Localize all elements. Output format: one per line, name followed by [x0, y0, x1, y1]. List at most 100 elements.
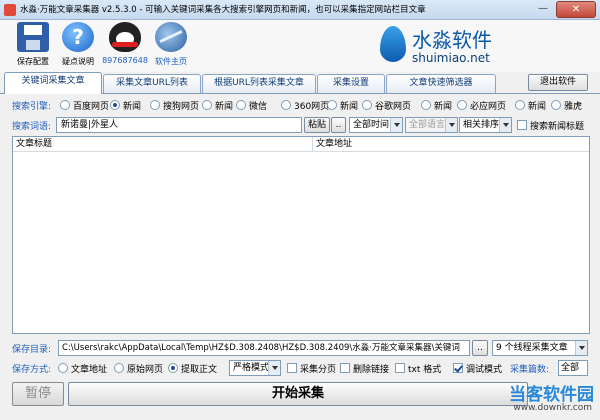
- save-config-label: 保存配置: [17, 57, 49, 66]
- tab-bar: 关键词采集文章 采集文章URL列表 根据URL列表采集文章 采集设置 文章快速筛…: [0, 72, 600, 94]
- radio-sogou-news[interactable]: 新闻: [202, 99, 233, 112]
- tab-url-list[interactable]: 采集文章URL列表: [103, 74, 201, 93]
- thread-count-value: 9 个线程采集文章: [496, 343, 568, 353]
- radio-extract-body[interactable]: 提取正文: [168, 362, 217, 375]
- radio-dot: [58, 363, 68, 373]
- sort-value: 相关排序: [463, 120, 500, 130]
- window-title: 水淼·万能文章采集器 v2.5.3.0 - 可输入关键词采集各大搜索引擎网页和新…: [20, 5, 426, 15]
- chevron-down-icon: [575, 341, 587, 355]
- save-config-button[interactable]: 保存配置: [8, 22, 58, 67]
- radio-label: 必应网页: [470, 102, 507, 112]
- floppy-disk-icon: [17, 22, 49, 52]
- language-select[interactable]: 全部语言: [405, 117, 458, 133]
- radio-dot: [168, 363, 178, 373]
- homepage-label: 软件主页: [155, 57, 187, 66]
- keyword-row: 搜索词语: 新诺曼|外星人 粘贴 .. 全部时间 全部语言 相关排序 搜索新闻标…: [0, 117, 600, 134]
- radio-baidu-news[interactable]: 新闻: [110, 99, 141, 112]
- radio-360-web[interactable]: 360网页: [281, 99, 329, 112]
- exit-button[interactable]: 退出软件: [528, 74, 588, 91]
- checkbox-box: [340, 363, 350, 373]
- search-news-title-checkbox[interactable]: 搜索新闻标题: [517, 119, 584, 132]
- radio-label: 新闻: [434, 102, 453, 112]
- radio-360-news[interactable]: 新闻: [327, 99, 358, 112]
- radio-label: 360网页: [294, 102, 330, 112]
- collect-pages-checkbox[interactable]: 采集分页: [287, 362, 336, 375]
- watermark-name: 当客软件园: [509, 385, 594, 405]
- table-header: 文章标题 文章地址: [13, 137, 589, 152]
- radio-dot: [327, 100, 337, 110]
- radio-dot: [110, 100, 120, 110]
- checkbox-box: [287, 363, 297, 373]
- radio-label: 提取正文: [181, 365, 218, 375]
- qq-number-label: 897687648: [102, 56, 148, 65]
- tab-collect-by-url[interactable]: 根据URL列表采集文章: [202, 74, 316, 93]
- watermark: 当客软件园 www.downkr.com: [470, 380, 596, 418]
- radio-google-news[interactable]: 新闻: [421, 99, 452, 112]
- radio-label: 雅虎: [564, 102, 583, 112]
- tab-settings[interactable]: 采集设置: [317, 74, 385, 93]
- checkbox-label: txt 格式: [408, 365, 442, 375]
- keywords-more-button[interactable]: ..: [331, 117, 346, 133]
- help-button[interactable]: ? 疑点说明: [53, 22, 103, 67]
- column-header-url[interactable]: 文章地址: [313, 137, 589, 152]
- radio-label: 百度网页: [73, 102, 110, 112]
- pause-button[interactable]: 暂停: [12, 382, 64, 406]
- radio-bing-web[interactable]: 必应网页: [457, 99, 506, 112]
- checkbox-box: [517, 120, 527, 130]
- results-table[interactable]: 文章标题 文章地址: [12, 136, 590, 334]
- browse-directory-button[interactable]: ..: [472, 340, 488, 356]
- keywords-input[interactable]: 新诺曼|外星人: [56, 117, 302, 133]
- save-directory-label: 保存目录:: [12, 345, 52, 355]
- article-count-input[interactable]: 全部: [558, 360, 588, 376]
- save-directory-input[interactable]: C:\Users\rakc\AppData\Local\Temp\HZ$D.30…: [58, 340, 470, 356]
- radio-bing-news[interactable]: 新闻: [515, 99, 546, 112]
- radio-baidu-web[interactable]: 百度网页: [60, 99, 109, 112]
- close-button[interactable]: ✕: [556, 1, 596, 18]
- radio-label: 新闻: [123, 102, 142, 112]
- radio-dot: [202, 100, 212, 110]
- radio-dot: [114, 363, 124, 373]
- qq-penguin-icon: [109, 22, 141, 52]
- save-mode-row: 保存方式: 文章地址 原始网页 提取正文 严格模式 采集分页 删除链接 txt …: [0, 360, 600, 376]
- column-header-title[interactable]: 文章标题: [13, 137, 313, 152]
- save-directory-row: 保存目录: C:\Users\rakc\AppData\Local\Temp\H…: [0, 340, 600, 356]
- chevron-down-icon: [499, 118, 511, 132]
- sort-select[interactable]: 相关排序: [459, 117, 512, 133]
- radio-label: 原始网页: [127, 365, 164, 375]
- radio-label: 搜狗网页: [163, 102, 200, 112]
- radio-raw-page[interactable]: 原始网页: [114, 362, 163, 375]
- language-value: 全部语言: [409, 120, 446, 130]
- paste-button[interactable]: 粘贴: [304, 117, 330, 133]
- help-label: 疑点说明: [62, 57, 94, 66]
- qq-contact-button[interactable]: 897687648: [100, 22, 150, 65]
- radio-label: 谷歌网页: [375, 102, 412, 112]
- radio-dot: [362, 100, 372, 110]
- remove-links-checkbox[interactable]: 删除链接: [340, 362, 389, 375]
- search-engine-label: 搜索引擎:: [12, 102, 52, 112]
- radio-dot: [60, 100, 70, 110]
- homepage-button[interactable]: 软件主页: [146, 22, 196, 67]
- thread-count-select[interactable]: 9 个线程采集文章: [492, 340, 588, 356]
- radio-sogou-web[interactable]: 搜狗网页: [150, 99, 199, 112]
- time-range-select[interactable]: 全部时间: [349, 117, 403, 133]
- radio-yahoo[interactable]: 雅虎: [551, 99, 582, 112]
- debug-mode-checkbox[interactable]: 调试模式: [453, 362, 502, 375]
- minimize-button[interactable]: —: [532, 1, 554, 18]
- radio-dot: [236, 100, 246, 110]
- watermark-url: www.downkr.com: [513, 403, 592, 413]
- search-engine-row: 搜索引擎: 百度网页 新闻 搜狗网页 新闻 微信 360网页 新闻 谷歌网页 新…: [0, 96, 600, 114]
- app-icon: [4, 4, 16, 16]
- tab-quick-filter[interactable]: 文章快速筛选器: [386, 74, 496, 93]
- checkbox-label: 采集分页: [300, 365, 337, 375]
- radio-label: 微信: [249, 102, 268, 112]
- extract-mode-select[interactable]: 严格模式: [229, 360, 281, 376]
- checkbox-label: 调试模式: [466, 365, 503, 375]
- tab-keyword-collect[interactable]: 关键词采集文章: [4, 72, 102, 94]
- checkbox-label: 搜索新闻标题: [530, 122, 585, 132]
- radio-label: 新闻: [528, 102, 547, 112]
- txt-format-checkbox[interactable]: txt 格式: [395, 362, 441, 375]
- start-collect-button[interactable]: 开始采集: [68, 382, 528, 406]
- radio-google-web[interactable]: 谷歌网页: [362, 99, 411, 112]
- radio-article-url[interactable]: 文章地址: [58, 362, 107, 375]
- radio-weixin[interactable]: 微信: [236, 99, 267, 112]
